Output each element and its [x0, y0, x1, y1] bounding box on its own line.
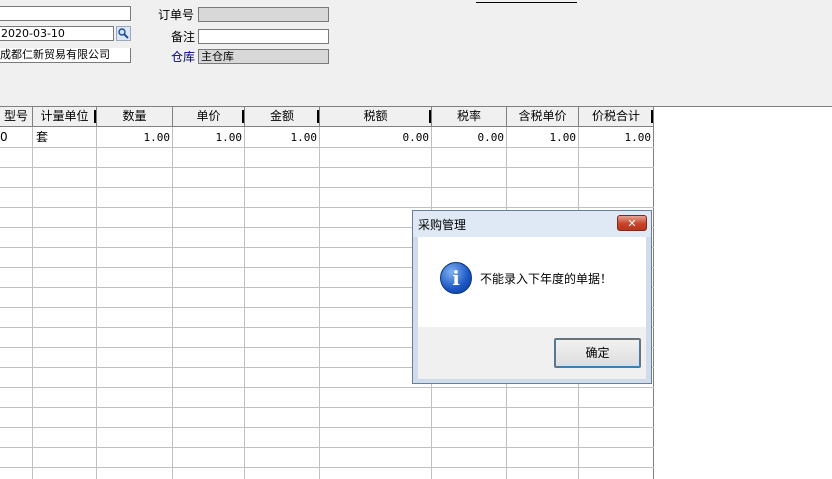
- col-header-price-with-tax[interactable]: 含税单价: [507, 107, 579, 127]
- dialog-body: i 不能录入下年度的单据！: [418, 237, 646, 327]
- grid-empty-area: [654, 107, 832, 479]
- cell-price[interactable]: 1.00: [173, 128, 243, 147]
- grid-row-line: [0, 207, 654, 208]
- grid-row-line: [0, 447, 654, 448]
- note-field[interactable]: [198, 29, 329, 44]
- dialog-message: 不能录入下年度的单据！: [480, 272, 613, 286]
- date-field[interactable]: 2020-03-10: [0, 26, 114, 41]
- col-header-tax-rate[interactable]: 税率: [432, 107, 507, 127]
- col-header-model[interactable]: 型号: [0, 107, 33, 127]
- grid-row-line: [0, 187, 654, 188]
- cell-qty[interactable]: 1.00: [97, 128, 171, 147]
- cell-total[interactable]: 1.00: [579, 128, 652, 147]
- grid-row-line: [0, 427, 654, 428]
- cell-model[interactable]: 0: [0, 128, 30, 147]
- cell-unit[interactable]: 套: [36, 128, 94, 147]
- message-dialog: 采购管理 ✕ i 不能录入下年度的单据！ 确定: [412, 210, 652, 384]
- order-no-field[interactable]: [198, 7, 329, 22]
- order-no-label: 订单号: [158, 8, 195, 22]
- grid-row-line: [0, 167, 654, 168]
- col-header-qty[interactable]: 数量: [97, 107, 173, 127]
- grid-row-line: [0, 467, 654, 468]
- col-header-tax[interactable]: 税额: [320, 107, 432, 127]
- close-icon[interactable]: ✕: [617, 215, 647, 231]
- form-title-underline: [476, 0, 577, 3]
- top-field[interactable]: [0, 6, 131, 21]
- warehouse-label: 仓库: [171, 50, 196, 64]
- col-header-amount[interactable]: 金额: [245, 107, 320, 127]
- dialog-footer: 确定: [418, 327, 646, 379]
- warehouse-field[interactable]: 主仓库: [198, 49, 329, 64]
- magnifier-icon[interactable]: [116, 26, 131, 41]
- ok-button[interactable]: 确定: [554, 338, 641, 368]
- cell-tax[interactable]: 0.00: [320, 128, 430, 147]
- info-icon: i: [440, 262, 472, 294]
- cell-price-with-tax[interactable]: 1.00: [507, 128, 577, 147]
- grid-row-line: [0, 147, 654, 148]
- cell-amount[interactable]: 1.00: [245, 128, 318, 147]
- cell-tax-rate[interactable]: 0.00: [432, 128, 505, 147]
- note-label: 备注: [171, 30, 196, 44]
- col-header-unit[interactable]: 计量单位: [33, 107, 97, 127]
- grid-row-line: [0, 387, 654, 388]
- supplier-field[interactable]: 成都仁新贸易有限公司: [0, 48, 131, 63]
- grid-row-line: [0, 407, 654, 408]
- col-header-price[interactable]: 单价: [173, 107, 245, 127]
- col-header-total[interactable]: 价税合计: [579, 107, 654, 127]
- dialog-title: 采购管理: [418, 218, 467, 232]
- dialog-title-bar[interactable]: 采购管理 ✕: [413, 211, 651, 237]
